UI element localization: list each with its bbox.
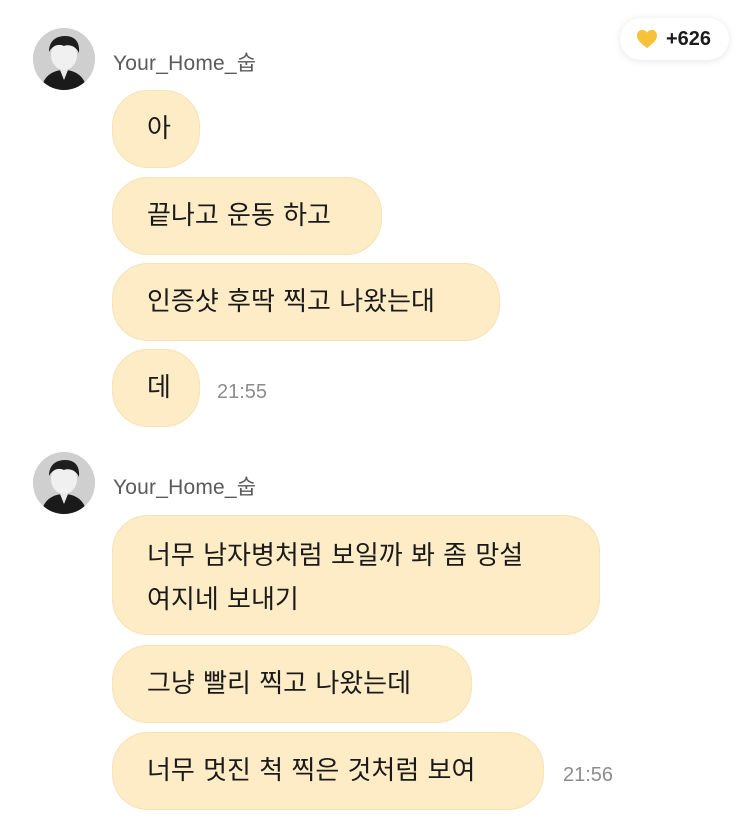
message-time: 21:56 <box>563 764 614 786</box>
heart-icon <box>636 29 657 49</box>
profile-photo <box>33 452 95 514</box>
avatar[interactable] <box>33 452 95 514</box>
message-bubble[interactable]: 데 <box>112 349 200 427</box>
heart-count: +626 <box>665 27 711 50</box>
message-bubble[interactable]: 너무 남자병처럼 보일까 봐 좀 망설 여지네 보내기 <box>112 515 600 635</box>
message-bubble[interactable]: 너무 멋진 척 찍은 것처럼 보여 <box>112 732 544 810</box>
message-time: 21:55 <box>217 381 268 403</box>
profile-photo <box>33 28 95 90</box>
heart-count-badge[interactable]: +626 <box>619 18 729 60</box>
chat-screen: +626 Your_Home_숩 아 끝나고 운동 하고 인증샷 후딱 찍고 나… <box>0 0 749 827</box>
sender-name: Your_Home_숩 <box>113 52 257 75</box>
message-bubble[interactable]: 인증샷 후딱 찍고 나왔는대 <box>112 263 500 341</box>
message-bubble[interactable]: 아 <box>112 90 200 168</box>
sender-name: Your_Home_숩 <box>113 476 257 499</box>
message-bubble[interactable]: 끝나고 운동 하고 <box>112 177 382 255</box>
avatar[interactable] <box>33 28 95 90</box>
message-bubble[interactable]: 그냥 빨리 찍고 나왔는데 <box>112 645 472 723</box>
